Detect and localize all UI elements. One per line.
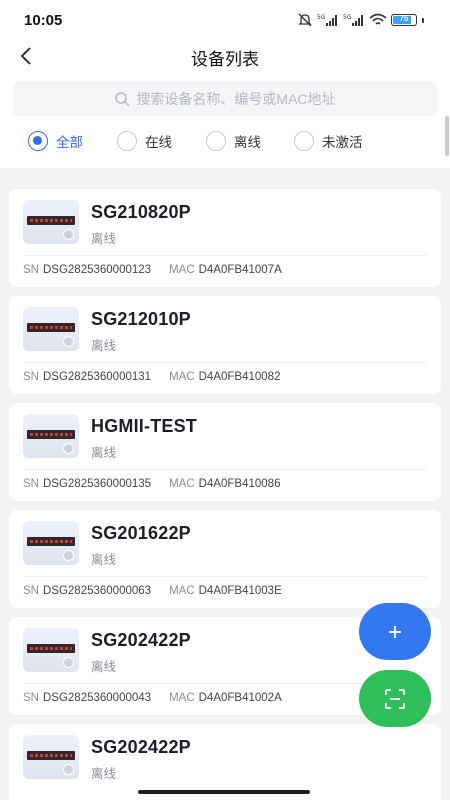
device-status: 离线 [91, 660, 117, 674]
search-input[interactable]: 搜索设备名称、编号或MAC地址 [13, 81, 437, 116]
device-status: 离线 [91, 339, 117, 353]
home-indicator[interactable] [138, 790, 310, 794]
offline-dot-icon [63, 443, 74, 454]
radio-selected-icon [28, 131, 48, 151]
divider [23, 362, 427, 363]
scan-button[interactable] [359, 670, 431, 727]
device-mac: D4A0FB410082 [198, 371, 281, 383]
status-icons: 5G 5G 75 [297, 12, 424, 28]
header-area: 10:05 5G 5G 75 设备列表 搜索设备名称、编号或MAC地址 全部 在… [0, 0, 450, 168]
filter-inactive[interactable]: 未激活 [294, 131, 363, 151]
divider [23, 469, 427, 470]
device-status: 离线 [91, 767, 117, 781]
device-status: 离线 [91, 553, 117, 567]
device-thumbnail [23, 307, 79, 351]
device-card[interactable]: SG210820P 离线 SN DSG2825360000123 MAC D4A0F… [9, 189, 441, 287]
radio-icon [117, 131, 137, 151]
mac-label: MAC [169, 264, 195, 276]
divider [23, 576, 427, 577]
device-mac: D4A0FB410086 [198, 478, 281, 490]
device-thumbnail [23, 735, 79, 779]
sn-label: SN [23, 585, 39, 597]
signal-5g-icon-2: 5G [343, 14, 363, 26]
device-thumbnail [23, 414, 79, 458]
device-sn: DSG2825360000131 [42, 371, 152, 383]
device-meta: SN DSG2825360000123 MAC D4A0FB41007A [23, 264, 282, 276]
offline-dot-icon [63, 764, 74, 775]
device-card[interactable]: SG202422P 离线 [9, 724, 441, 800]
device-card[interactable]: SG201622P 离线 SN DSG2825360000063 MAC D4A0F… [9, 510, 441, 608]
device-mac: D4A0FB41003E [198, 585, 282, 597]
device-name: SG201622P [91, 523, 191, 543]
sn-label: SN [23, 371, 39, 383]
filter-all[interactable]: 全部 [28, 131, 83, 151]
device-meta: SN DSG2825360000131 MAC D4A0FB410082 [23, 371, 280, 383]
sn-label: SN [23, 692, 39, 704]
mac-label: MAC [169, 692, 195, 704]
sn-label: SN [23, 478, 39, 490]
device-name: SG210820P [91, 202, 191, 222]
device-name: SG212010P [91, 309, 191, 329]
device-meta: SN DSG2825360000043 MAC D4A0FB41002A [23, 692, 282, 704]
device-thumbnail [23, 200, 79, 244]
battery-icon: 75 [391, 14, 417, 26]
offline-dot-icon [63, 657, 74, 668]
device-sn: DSG2825360000063 [42, 585, 152, 597]
sn-label: SN [23, 264, 39, 276]
divider [23, 255, 427, 256]
device-thumbnail [23, 628, 79, 672]
offline-dot-icon [63, 229, 74, 240]
offline-dot-icon [63, 336, 74, 347]
device-status: 离线 [91, 446, 117, 460]
search-icon [115, 91, 130, 107]
offline-dot-icon [63, 550, 74, 561]
device-meta: SN DSG2825360000063 MAC D4A0FB41003E [23, 585, 282, 597]
add-device-button[interactable] [359, 603, 431, 660]
radio-icon [294, 131, 314, 151]
search-placeholder: 搜索设备名称、编号或MAC地址 [136, 90, 336, 107]
plus-icon [389, 625, 401, 638]
mac-label: MAC [169, 585, 195, 597]
device-name: HGMII-TEST [91, 416, 197, 436]
device-sn: DSG2825360000123 [42, 264, 152, 276]
scrollbar[interactable] [445, 116, 449, 156]
svg-text:5G: 5G [343, 14, 352, 21]
status-bar: 10:05 5G 5G 75 [0, 0, 450, 40]
device-mac: D4A0FB41007A [198, 264, 282, 276]
device-name: SG202422P [91, 630, 191, 650]
device-name: SG202422P [91, 737, 191, 757]
radio-icon [206, 131, 226, 151]
filter-offline[interactable]: 离线 [206, 131, 261, 151]
device-meta: SN DSG2825360000135 MAC D4A0FB410086 [23, 478, 280, 490]
device-mac: D4A0FB41002A [198, 692, 282, 704]
mac-label: MAC [169, 478, 195, 490]
device-sn: DSG2825360000135 [42, 478, 152, 490]
device-sn: DSG2825360000043 [42, 692, 152, 704]
nav-bar: 设备列表 [0, 36, 450, 76]
mute-bell-icon [298, 13, 312, 27]
status-time: 10:05 [24, 12, 63, 29]
svg-text:5G: 5G [317, 14, 326, 21]
page-title: 设备列表 [191, 50, 259, 69]
filter-online[interactable]: 在线 [117, 131, 172, 151]
wifi-icon [369, 13, 387, 25]
mac-label: MAC [169, 371, 195, 383]
status-filter: 全部 在线 离线 未激活 [0, 131, 450, 157]
device-status: 离线 [91, 232, 117, 246]
device-card[interactable]: HGMII-TEST 离线 SN DSG2825360000135 MAC D4A0… [9, 403, 441, 501]
signal-5g-icon: 5G [317, 14, 337, 26]
device-card[interactable]: SG212010P 离线 SN DSG2825360000131 MAC D4A0F… [9, 296, 441, 394]
scan-icon [385, 688, 405, 709]
device-thumbnail [23, 521, 79, 565]
